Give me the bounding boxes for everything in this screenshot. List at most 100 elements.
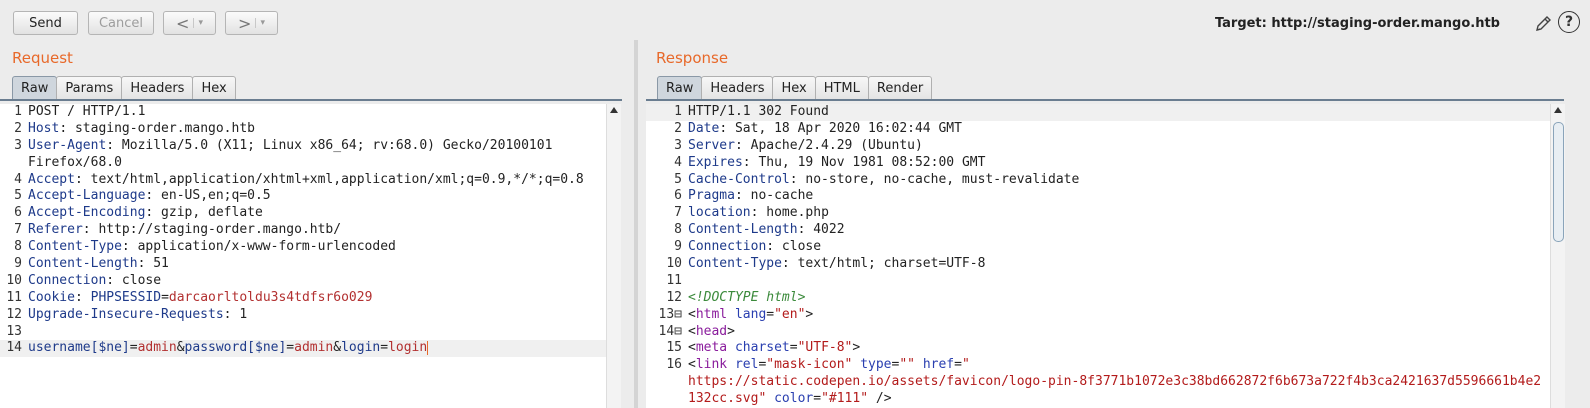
scroll-up-arrow-icon[interactable]	[610, 107, 618, 113]
cancel-button[interactable]: Cancel	[88, 11, 154, 35]
code-token: &	[333, 340, 342, 356]
code-line[interactable]: 2 Date: Sat, 18 Apr 2020 16:02:44 GMT	[646, 121, 1550, 138]
code-text: Connection: close	[688, 239, 821, 256]
request-title: Request	[12, 49, 73, 67]
code-line[interactable]: 5 Accept-Language: en-US,en;q=0.5	[0, 188, 606, 205]
code-line[interactable]: 16 <link rel="mask-icon" type="" href="	[646, 357, 1550, 374]
code-token: login	[341, 340, 381, 356]
code-token: <	[688, 340, 696, 356]
code-line[interactable]: https://static.codepen.io/assets/favicon…	[646, 374, 1550, 391]
response-scrollbar[interactable]	[1550, 104, 1565, 408]
line-number: 7	[14, 222, 22, 238]
code-line[interactable]: 4 Accept: text/html,application/xhtml+xml…	[0, 172, 606, 189]
response-tab-html[interactable]: HTML	[814, 76, 869, 100]
request-tab-raw[interactable]: Raw	[12, 76, 58, 100]
code-line[interactable]: 9 Connection: close	[646, 239, 1550, 256]
code-token: : Mozilla/5.0 (X11; Linux x86_64; rv:68.…	[106, 137, 553, 153]
forward-button[interactable]: > ▾	[225, 11, 278, 35]
code-token: Referer	[28, 222, 83, 238]
code-line[interactable]: 8 Content-Type: application/x-www-form-ur…	[0, 239, 606, 256]
line-number: 9	[14, 256, 22, 272]
code-token: Accept-Encoding	[28, 205, 146, 221]
response-tabs: Raw Headers Hex HTML Render	[657, 76, 933, 100]
code-line[interactable]: 14 username[$ne]=admin&password[$ne]=admi…	[0, 340, 606, 358]
code-text: Expires: Thu, 19 Nov 1981 08:52:00 GMT	[688, 155, 985, 172]
code-text: Cookie: PHPSESSID=darcaorltoldu3s4tdfsr6…	[28, 290, 372, 307]
line-number: 6	[14, 205, 22, 221]
line-number: 9	[674, 239, 682, 255]
code-text: Content-Length: 4022	[688, 222, 845, 239]
code-text: <head>	[688, 324, 735, 341]
code-token: "UTF-8"	[797, 340, 853, 356]
code-line[interactable]: 11	[646, 273, 1550, 290]
code-token: Accept	[28, 171, 75, 187]
code-token: : text/html; charset=UTF-8	[781, 256, 986, 272]
code-line[interactable]: 2 Host: staging-order.mango.htb	[0, 121, 606, 138]
code-token: Content-Type	[28, 239, 122, 255]
response-editor[interactable]: 1 HTTP/1.1 302 Found 2 Date: Sat, 18 Apr 20…	[646, 104, 1550, 408]
code-line[interactable]: 1 HTTP/1.1 302 Found	[646, 104, 1550, 121]
code-token: : application/x-www-form-urlencoded	[121, 239, 396, 255]
code-line[interactable]: 7 Referer: http://staging-order.mango.htb…	[0, 222, 606, 239]
response-tab-headers[interactable]: Headers	[701, 76, 774, 100]
code-line[interactable]: 6 Pragma: no-cache	[646, 188, 1550, 205]
code-token: : Sat, 18 Apr 2020 16:02:44 GMT	[719, 120, 962, 136]
request-tab-headers[interactable]: Headers	[121, 76, 194, 100]
code-token: https://static.codepen.io/assets/favicon…	[688, 374, 1542, 390]
line-number: 8	[674, 222, 682, 238]
code-token: Pragma	[688, 188, 735, 204]
chevron-right-icon: >	[238, 13, 252, 33]
target-label[interactable]: Target: http://staging-order.mango.htb	[1215, 16, 1500, 31]
response-tab-render[interactable]: Render	[867, 76, 933, 100]
scroll-up-arrow-icon[interactable]	[1554, 107, 1562, 113]
scroll-thumb[interactable]	[1553, 122, 1564, 242]
code-line[interactable]: 6 Accept-Encoding: gzip, deflate	[0, 205, 606, 222]
code-text: Content-Type: text/html; charset=UTF-8	[688, 256, 985, 273]
back-button[interactable]: < ▾	[163, 11, 216, 35]
code-line[interactable]: 15 <meta charset="UTF-8">	[646, 340, 1550, 357]
code-line[interactable]: 14⊟ <head>	[646, 324, 1550, 341]
line-number: 6	[674, 188, 682, 204]
code-line[interactable]: 13⊟ <html lang="en">	[646, 307, 1550, 324]
request-tab-hex[interactable]: Hex	[192, 76, 236, 100]
code-line[interactable]: 12 <!DOCTYPE html>	[646, 290, 1550, 307]
code-line[interactable]: 10 Content-Type: text/html; charset=UTF-8	[646, 256, 1550, 273]
send-button[interactable]: Send	[13, 11, 78, 35]
code-token: : gzip, deflate	[145, 205, 263, 221]
code-line[interactable]: 4 Expires: Thu, 19 Nov 1981 08:52:00 GMT	[646, 155, 1550, 172]
help-icon[interactable]: ?	[1558, 11, 1580, 33]
line-number: 4	[674, 154, 682, 170]
response-tab-raw[interactable]: Raw	[657, 76, 703, 100]
code-line[interactable]: 8 Content-Length: 4022	[646, 222, 1550, 239]
code-line[interactable]: 9 Content-Length: 51	[0, 256, 606, 273]
code-line[interactable]: 3 Server: Apache/2.4.29 (Ubuntu)	[646, 138, 1550, 155]
code-line[interactable]: 3 User-Agent: Mozilla/5.0 (X11; Linux x86…	[0, 138, 606, 155]
code-line[interactable]: Firefox/68.0	[0, 155, 606, 172]
code-text: Referer: http://staging-order.mango.htb/	[28, 222, 341, 239]
code-token: <	[688, 306, 696, 322]
panel-splitter[interactable]	[634, 40, 638, 408]
pencil-icon[interactable]	[1534, 13, 1554, 33]
code-line[interactable]: 5 Cache-Control: no-store, no-cache, must…	[646, 172, 1550, 189]
code-line[interactable]: 132cc.svg" color="#111" />	[646, 391, 1550, 408]
request-tab-params[interactable]: Params	[56, 76, 123, 100]
code-token: : no-store, no-cache, must-revalidate	[789, 171, 1080, 187]
line-number: 2	[14, 120, 22, 136]
code-line[interactable]: 10 Connection: close	[0, 273, 606, 290]
code-line[interactable]: 1 POST / HTTP/1.1	[0, 104, 606, 121]
request-editor[interactable]: 1 POST / HTTP/1.1 2 Host: staging-order.man…	[0, 104, 606, 408]
code-token: <!DOCTYPE html>	[688, 289, 806, 305]
code-text: 132cc.svg" color="#111" />	[688, 391, 892, 408]
code-token: "en"	[774, 306, 806, 322]
code-line[interactable]: 7 location: home.php	[646, 205, 1550, 222]
response-tab-hex[interactable]: Hex	[772, 76, 816, 100]
request-scrollbar[interactable]	[606, 104, 621, 408]
code-token: =	[954, 357, 962, 373]
line-number: 4	[14, 171, 22, 187]
code-line[interactable]: 13	[0, 324, 606, 341]
code-text: username[$ne]=admin&password[$ne]=admin&…	[28, 340, 429, 357]
code-line[interactable]: 12 Upgrade-Insecure-Requests: 1	[0, 307, 606, 324]
code-token: Server	[688, 137, 735, 153]
code-line[interactable]: 11 Cookie: PHPSESSID=darcaorltoldu3s4tdfs…	[0, 290, 606, 307]
